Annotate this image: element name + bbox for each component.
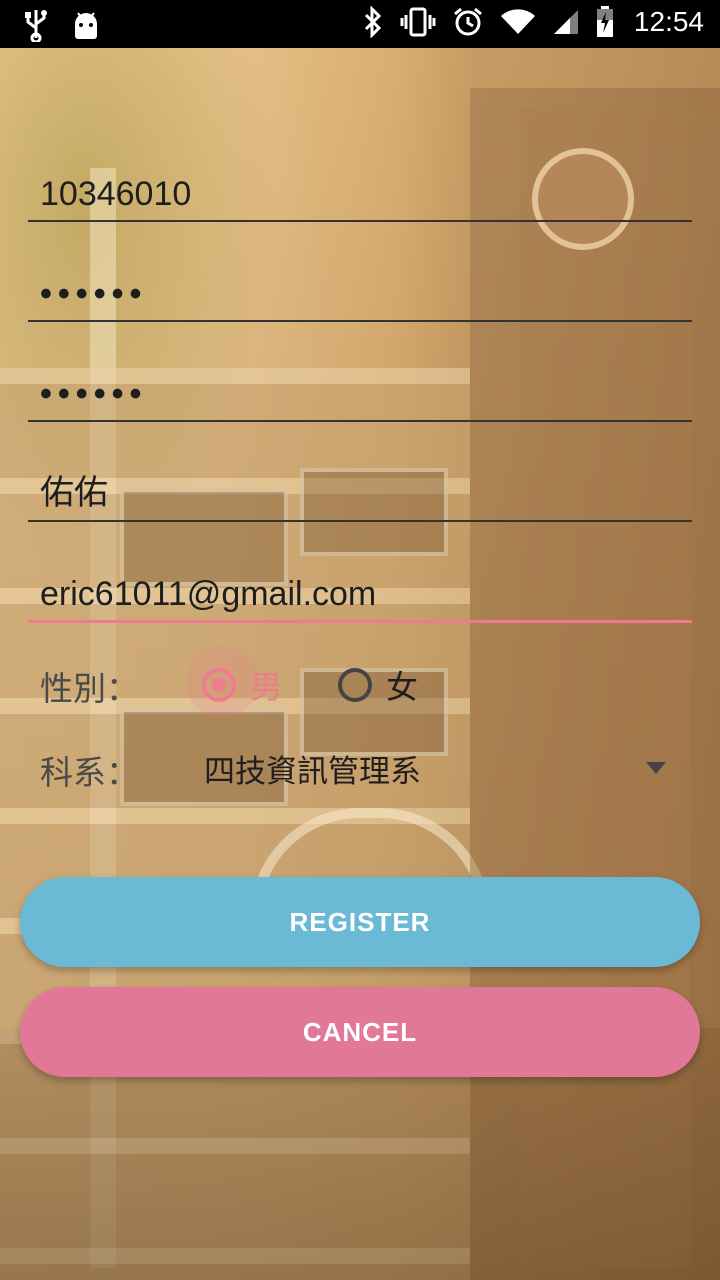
vibrate-icon — [400, 7, 436, 37]
student-id-value: 10346010 — [40, 175, 192, 213]
student-id-field[interactable]: 10346010 — [28, 160, 692, 222]
status-time: 12:54 — [633, 6, 704, 37]
cancel-button[interactable]: CANCEL — [20, 987, 700, 1077]
gender-option-female: 女 — [386, 668, 419, 706]
password-field[interactable]: •••••• — [28, 260, 692, 322]
register-form: 10346010 •••••• •••••• 佑佑 eric61011@gmai… — [0, 48, 720, 1280]
status-bar: 12:54 — [0, 0, 720, 48]
email-field[interactable]: eric61011@gmail.com — [28, 560, 692, 623]
department-dropdown[interactable]: 四技資訊管理系 — [190, 738, 680, 798]
confirm-password-value: •••••• — [40, 375, 148, 413]
name-field[interactable]: 佑佑 — [28, 460, 692, 522]
radio-unchecked-icon — [338, 668, 372, 702]
department-value: 四技資訊管理系 — [204, 754, 421, 790]
name-value: 佑佑 — [40, 474, 108, 512]
gender-label: 性別： — [40, 669, 139, 708]
gender-radio-female[interactable]: 女 — [338, 662, 418, 708]
password-value: •••••• — [40, 275, 148, 313]
gender-radio-male[interactable]: 男 — [186, 646, 282, 718]
wifi-icon — [500, 8, 536, 36]
alarm-icon — [452, 6, 484, 38]
email-value: eric61011@gmail.com — [40, 575, 377, 613]
department-label: 科系： — [40, 753, 139, 792]
dropdown-arrow-icon — [646, 762, 666, 774]
register-button[interactable]: REGISTER — [20, 877, 700, 967]
android-debug-icon — [72, 10, 100, 40]
signal-icon — [552, 8, 580, 36]
radio-checked-icon — [202, 668, 236, 702]
bluetooth-icon — [362, 6, 384, 38]
usb-icon — [22, 8, 50, 42]
battery-charging-icon — [596, 6, 614, 38]
confirm-password-field[interactable]: •••••• — [28, 360, 692, 422]
